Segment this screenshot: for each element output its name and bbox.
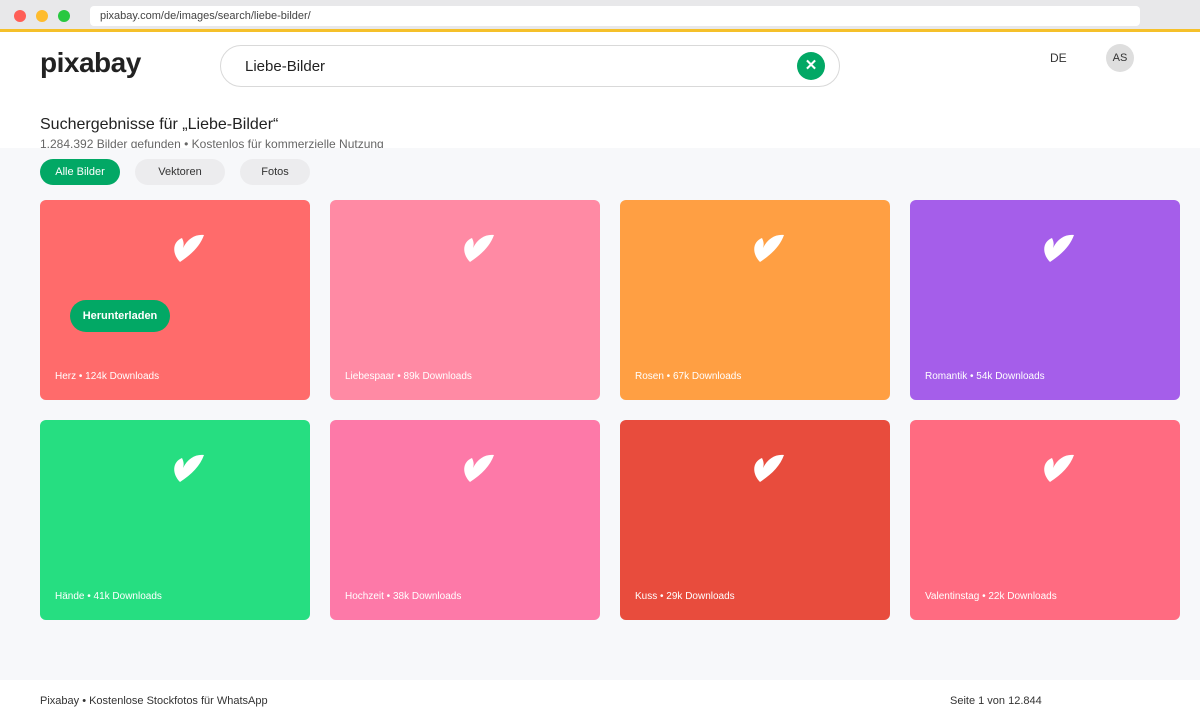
footer-tagline: Pixabay • Kostenlose Stockfotos für What… xyxy=(40,695,268,707)
filter-vectors[interactable]: Vektoren xyxy=(135,159,225,185)
results-area: Alle Bilder Vektoren Fotos Herunterladen… xyxy=(0,148,1200,680)
card-caption: Herz • 124k Downloads xyxy=(55,371,160,382)
download-button[interactable]: Herunterladen xyxy=(70,300,170,332)
leaf-heart-icon xyxy=(1044,234,1074,262)
image-card[interactable]: Rosen • 67k Downloads xyxy=(620,200,890,400)
leaf-heart-icon xyxy=(754,234,784,262)
search-bar: ✕ xyxy=(220,45,840,87)
browser-chrome: pixabay.com/de/images/search/liebe-bilde… xyxy=(0,0,1200,32)
clear-search-icon[interactable]: ✕ xyxy=(797,52,825,80)
leaf-heart-icon xyxy=(174,454,204,482)
leaf-heart-icon xyxy=(464,234,494,262)
card-caption: Romantik • 54k Downloads xyxy=(925,371,1045,382)
address-bar[interactable]: pixabay.com/de/images/search/liebe-bilde… xyxy=(90,6,1140,26)
card-caption: Hände • 41k Downloads xyxy=(55,591,162,602)
minimize-window-icon[interactable] xyxy=(36,10,48,22)
close-window-icon[interactable] xyxy=(14,10,26,22)
image-card[interactable]: Romantik • 54k Downloads xyxy=(910,200,1180,400)
leaf-heart-icon xyxy=(1044,454,1074,482)
card-caption: Liebespaar • 89k Downloads xyxy=(345,371,472,382)
card-caption: Rosen • 67k Downloads xyxy=(635,371,742,382)
card-caption: Kuss • 29k Downloads xyxy=(635,591,735,602)
site-header: pixabay ✕ DE AS Suchergebnisse für „Lieb… xyxy=(0,35,1200,151)
image-card[interactable]: Hochzeit • 38k Downloads xyxy=(330,420,600,620)
card-caption: Valentinstag • 22k Downloads xyxy=(925,591,1057,602)
search-input[interactable] xyxy=(245,46,785,86)
image-card[interactable]: Kuss • 29k Downloads xyxy=(620,420,890,620)
maximize-window-icon[interactable] xyxy=(58,10,70,22)
leaf-heart-icon xyxy=(464,454,494,482)
image-card[interactable]: Valentinstag • 22k Downloads xyxy=(910,420,1180,620)
language-selector[interactable]: DE xyxy=(1050,51,1067,65)
avatar[interactable]: AS xyxy=(1106,44,1134,72)
pixabay-logo[interactable]: pixabay xyxy=(40,47,141,79)
image-card[interactable]: Herunterladen Herz • 124k Downloads xyxy=(40,200,310,400)
pagination-info: Seite 1 von 12.844 xyxy=(950,695,1042,707)
leaf-heart-icon xyxy=(174,234,204,262)
page-title: Suchergebnisse für „Liebe-Bilder“ xyxy=(40,116,279,133)
filter-photos[interactable]: Fotos xyxy=(240,159,310,185)
image-card[interactable]: Hände • 41k Downloads xyxy=(40,420,310,620)
card-caption: Hochzeit • 38k Downloads xyxy=(345,591,462,602)
leaf-heart-icon xyxy=(754,454,784,482)
site-footer: Pixabay • Kostenlose Stockfotos für What… xyxy=(0,680,1200,720)
image-card[interactable]: Liebespaar • 89k Downloads xyxy=(330,200,600,400)
filter-all-images[interactable]: Alle Bilder xyxy=(40,159,120,185)
